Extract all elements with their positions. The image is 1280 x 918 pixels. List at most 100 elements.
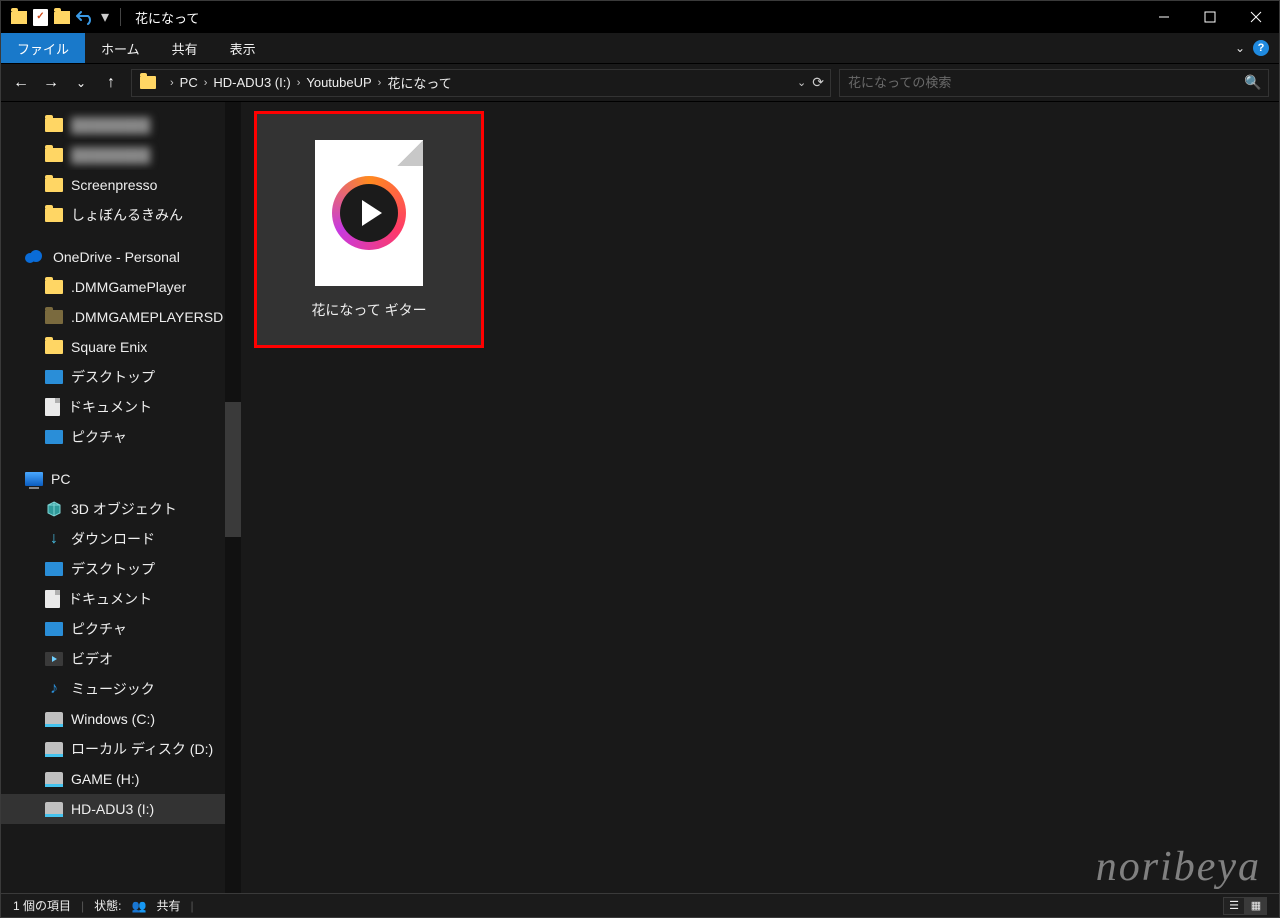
status-bar: 1 個の項目 | 状態: 👥 共有 | ☰ ▦ xyxy=(1,893,1279,917)
folder-icon xyxy=(11,11,27,24)
tree-item-label: Screenpresso xyxy=(71,177,157,193)
tree-item[interactable]: ████████ xyxy=(1,110,241,140)
tab-view[interactable]: 表示 xyxy=(214,33,272,63)
view-details-button[interactable]: ☰ xyxy=(1223,897,1245,915)
forward-button[interactable]: → xyxy=(37,69,65,97)
file-item[interactable]: 花になって ギター xyxy=(255,112,483,347)
tree-item[interactable]: ピクチャ xyxy=(1,422,241,452)
minimize-button[interactable] xyxy=(1141,1,1187,33)
tree-item[interactable]: ドキュメント xyxy=(1,392,241,422)
folder-icon xyxy=(45,208,63,222)
tree-item[interactable]: Square Enix xyxy=(1,332,241,362)
tab-home[interactable]: ホーム xyxy=(85,33,156,63)
title-bar: ▾ 花になって xyxy=(1,1,1279,33)
folder-icon xyxy=(54,11,70,24)
search-input[interactable] xyxy=(840,70,1238,96)
scrollbar[interactable] xyxy=(225,102,241,893)
ribbon-expand-icon[interactable]: ⌄ xyxy=(1235,41,1245,55)
nav-bar: ← → ⌄ ↑ › PC › HD-ADU3 (I:) › YoutubeUP … xyxy=(1,64,1279,102)
tree-item[interactable]: デスクトップ xyxy=(1,554,241,584)
tree-item[interactable]: ████████ xyxy=(1,140,241,170)
file-tab[interactable]: ファイル xyxy=(1,33,85,63)
undo-icon[interactable] xyxy=(76,9,94,25)
tree-item[interactable]: ↓ ダウンロード xyxy=(1,524,241,554)
nav-tree[interactable]: ████████ ████████ Screenpresso しょぼんるきみん OneD… xyxy=(1,102,241,893)
search-icon[interactable]: 🔍 xyxy=(1238,74,1268,91)
breadcrumb-segment[interactable]: HD-ADU3 (I:) xyxy=(213,75,290,90)
tree-item-label: ミュージック xyxy=(71,679,155,699)
file-list[interactable]: 花になって ギター xyxy=(241,102,1279,893)
tree-item-label: 3D オブジェクト xyxy=(71,499,177,519)
tree-item[interactable]: ローカル ディスク (D:) xyxy=(1,734,241,764)
chevron-right-icon[interactable]: › xyxy=(378,77,382,89)
folder-icon xyxy=(45,280,63,294)
maximize-button[interactable] xyxy=(1187,1,1233,33)
picture-icon xyxy=(45,370,63,384)
tree-item[interactable]: しょぼんるきみん xyxy=(1,200,241,230)
search-box[interactable]: 🔍 xyxy=(839,69,1269,97)
tree-item[interactable]: Windows (C:) xyxy=(1,704,241,734)
drive-icon xyxy=(45,772,63,786)
back-button[interactable]: ← xyxy=(7,69,35,97)
tree-item[interactable]: ピクチャ xyxy=(1,614,241,644)
breadcrumb[interactable]: › PC › HD-ADU3 (I:) › YoutubeUP › 花になって … xyxy=(131,69,831,97)
video-file-icon xyxy=(315,140,423,286)
tree-item[interactable]: ビデオ xyxy=(1,644,241,674)
tab-share[interactable]: 共有 xyxy=(156,33,214,63)
chevron-right-icon[interactable]: › xyxy=(297,77,301,89)
tree-item[interactable]: .DMMGamePlayer xyxy=(1,272,241,302)
tree-item[interactable]: .DMMGAMEPLAYERSD xyxy=(1,302,241,332)
chevron-right-icon[interactable]: › xyxy=(170,77,174,89)
tree-item-label: ████████ xyxy=(71,117,150,133)
view-icons-button[interactable]: ▦ xyxy=(1245,897,1267,915)
status-state-label: 状態: xyxy=(94,897,121,914)
breadcrumb-dropdown-icon[interactable]: ⌄ xyxy=(797,76,806,89)
scrollbar-thumb[interactable] xyxy=(225,402,241,537)
folder-icon xyxy=(45,178,63,192)
tree-item[interactable]: ♪ミュージック xyxy=(1,674,241,704)
shared-icon: 👥 xyxy=(131,899,146,913)
ribbon: ファイル ホーム 共有 表示 ⌄ ? xyxy=(1,33,1279,64)
3d-objects-icon xyxy=(45,501,63,517)
tree-item-label: ドキュメント xyxy=(68,397,152,417)
onedrive-icon xyxy=(25,250,45,264)
tree-item-label: ピクチャ xyxy=(71,619,127,639)
breadcrumb-segment[interactable]: 花になって xyxy=(387,73,451,92)
refresh-icon[interactable]: ⟳ xyxy=(812,74,824,91)
breadcrumb-segment[interactable]: YoutubeUP xyxy=(306,75,371,90)
tree-item-label: しょぼんるきみん xyxy=(71,205,183,225)
chevron-right-icon[interactable]: › xyxy=(204,77,208,89)
tree-item-label: Square Enix xyxy=(71,339,147,355)
tree-item-label: ダウンロード xyxy=(71,529,155,549)
tree-item-label: PC xyxy=(51,471,70,487)
up-button[interactable]: ↑ xyxy=(97,69,125,97)
picture-icon xyxy=(45,562,63,576)
pc-icon xyxy=(25,472,43,486)
folder-icon xyxy=(45,340,63,354)
tree-item[interactable]: 3D オブジェクト xyxy=(1,494,241,524)
tree-item[interactable]: ドキュメント xyxy=(1,584,241,614)
tree-item[interactable]: デスクトップ xyxy=(1,362,241,392)
tree-item[interactable]: Screenpresso xyxy=(1,170,241,200)
tree-item[interactable]: OneDrive - Personal xyxy=(1,242,241,272)
download-icon: ↓ xyxy=(45,530,63,548)
tree-item-label: ピクチャ xyxy=(71,427,127,447)
help-icon[interactable]: ? xyxy=(1253,40,1269,56)
tree-item-label: Windows (C:) xyxy=(71,711,155,727)
separator xyxy=(120,8,121,26)
recent-dropdown-icon[interactable]: ⌄ xyxy=(67,69,95,97)
properties-icon[interactable] xyxy=(33,9,48,26)
tree-item-label: OneDrive - Personal xyxy=(53,249,180,265)
status-item-count: 1 個の項目 xyxy=(13,897,71,914)
document-icon xyxy=(45,398,60,416)
picture-icon xyxy=(45,622,63,636)
close-button[interactable] xyxy=(1233,1,1279,33)
folder-icon xyxy=(45,148,63,162)
tree-item[interactable]: GAME (H:) xyxy=(1,764,241,794)
qat-dropdown-icon[interactable]: ▾ xyxy=(100,7,110,27)
tree-item[interactable]: PC xyxy=(1,464,241,494)
tree-item[interactable]: HD-ADU3 (I:) xyxy=(1,794,241,824)
tree-item-label: ドキュメント xyxy=(68,589,152,609)
breadcrumb-segment[interactable]: PC xyxy=(180,75,198,90)
folder-icon xyxy=(45,310,63,324)
